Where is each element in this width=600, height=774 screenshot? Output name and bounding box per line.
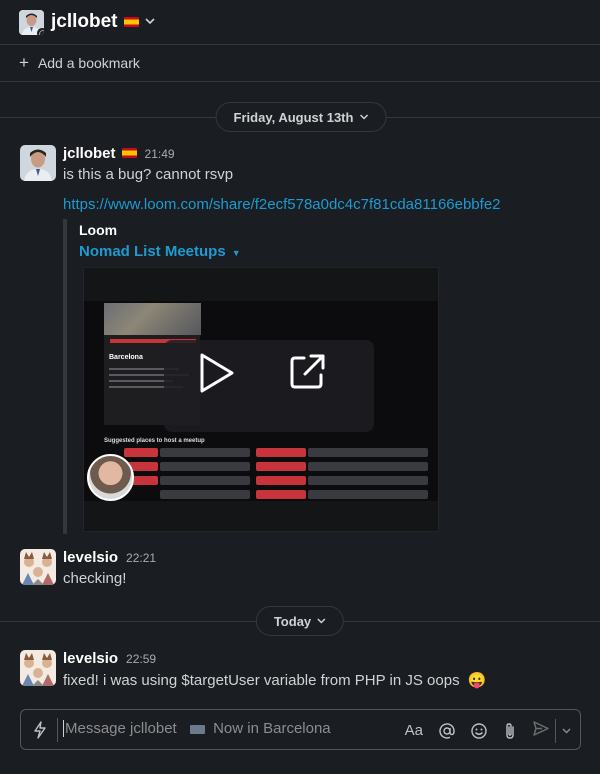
unfurl-title[interactable]: Nomad List Meetups ▼ [79, 243, 241, 260]
host-row [308, 476, 428, 485]
host-row [256, 448, 306, 457]
host-row [160, 462, 250, 471]
host-row [256, 490, 306, 499]
status-card-icon [189, 724, 205, 734]
message-text: checking! [63, 570, 127, 587]
user-avatar[interactable] [19, 9, 44, 35]
message-composer: Message jcllobet Now in Barcelona Aa [20, 709, 581, 750]
event-city: Barcelona [109, 354, 143, 361]
message-input[interactable]: Message jcllobet Now in Barcelona [63, 720, 331, 737]
host-row [308, 448, 428, 457]
host-row [308, 462, 428, 471]
host-row [256, 476, 306, 485]
video-preview[interactable]: Barcelona Suggested places to host a mee… [83, 267, 439, 532]
loom-link[interactable]: https://www.loom.com/share/f2ecf578a0dc4… [63, 196, 501, 213]
city-photo [104, 303, 201, 335]
add-bookmark-button[interactable]: Add a bookmark [38, 55, 140, 71]
chevron-down-icon [317, 616, 326, 626]
chevron-down-icon[interactable] [144, 16, 155, 28]
message: levelsio 22:59 fixed! i was using $targe… [0, 650, 600, 695]
author-name[interactable]: jcllobet [63, 145, 116, 162]
link-unfurl: Loom Nomad List Meetups ▼ Barcelona Sugge… [63, 219, 443, 534]
unfurl-service: Loom [79, 222, 118, 238]
plus-icon[interactable]: + [19, 53, 29, 73]
host-row [256, 462, 306, 471]
presence-icon [37, 27, 44, 35]
format-button[interactable]: Aa [405, 722, 423, 739]
host-row [308, 490, 428, 499]
caret-down-icon: ▼ [231, 248, 241, 258]
timestamp[interactable]: 21:49 [145, 147, 175, 161]
presenter-webcam [87, 454, 134, 501]
send-icon[interactable] [533, 720, 549, 741]
lightning-icon[interactable] [33, 721, 47, 739]
author-name[interactable]: levelsio [63, 549, 118, 566]
message-meta: levelsio 22:21 [63, 549, 156, 566]
channel-name[interactable]: jcllobet [51, 11, 118, 33]
chevron-down-icon [359, 112, 368, 122]
date-jump-button[interactable]: Today [255, 606, 345, 636]
date-divider: Today [0, 606, 600, 636]
spain-flag-icon [121, 148, 137, 158]
status-text: Now in Barcelona [213, 720, 331, 737]
external-link-icon[interactable] [287, 350, 329, 392]
host-row [160, 490, 250, 499]
emoji-icon[interactable] [471, 722, 487, 739]
channel-header: jcllobet [0, 0, 600, 45]
loom-overlay [164, 340, 374, 432]
author-name[interactable]: levelsio [63, 650, 118, 667]
host-row [160, 448, 250, 457]
avatar[interactable] [20, 549, 56, 585]
suggested-heading: Suggested places to host a meetup [104, 438, 205, 444]
timestamp[interactable]: 22:21 [126, 551, 156, 565]
date-label: Today [273, 613, 312, 629]
avatar[interactable] [20, 650, 56, 686]
message-text-body: fixed! i was using $targetUser variable … [63, 672, 460, 689]
input-placeholder: Message jcllobet [65, 720, 177, 737]
message-meta: levelsio 22:59 [63, 650, 156, 667]
spain-flag-icon [123, 17, 139, 27]
mention-icon[interactable] [439, 722, 455, 739]
divider [57, 718, 58, 742]
chevron-down-icon[interactable] [562, 726, 571, 736]
unfurl-title-text: Nomad List Meetups [79, 243, 226, 260]
host-row [124, 448, 158, 457]
tongue-emoji-icon: 😛 [467, 672, 487, 689]
host-row [160, 476, 250, 485]
date-divider: Friday, August 13th [0, 102, 600, 132]
message-meta: jcllobet 21:49 [63, 145, 175, 162]
composer-tools: Aa [405, 710, 580, 751]
date-jump-button[interactable]: Friday, August 13th [215, 102, 387, 132]
bookmark-bar: + Add a bookmark [0, 45, 600, 82]
paperclip-icon[interactable] [503, 722, 517, 740]
timestamp[interactable]: 22:59 [126, 652, 156, 666]
avatar[interactable] [20, 145, 56, 181]
play-icon[interactable] [198, 352, 236, 394]
date-label: Friday, August 13th [233, 109, 354, 125]
divider [555, 718, 556, 743]
message: levelsio 22:21 checking! [0, 549, 600, 589]
message-text: is this a bug? cannot rsvp [63, 166, 234, 183]
message-text: fixed! i was using $targetUser variable … [63, 671, 486, 689]
